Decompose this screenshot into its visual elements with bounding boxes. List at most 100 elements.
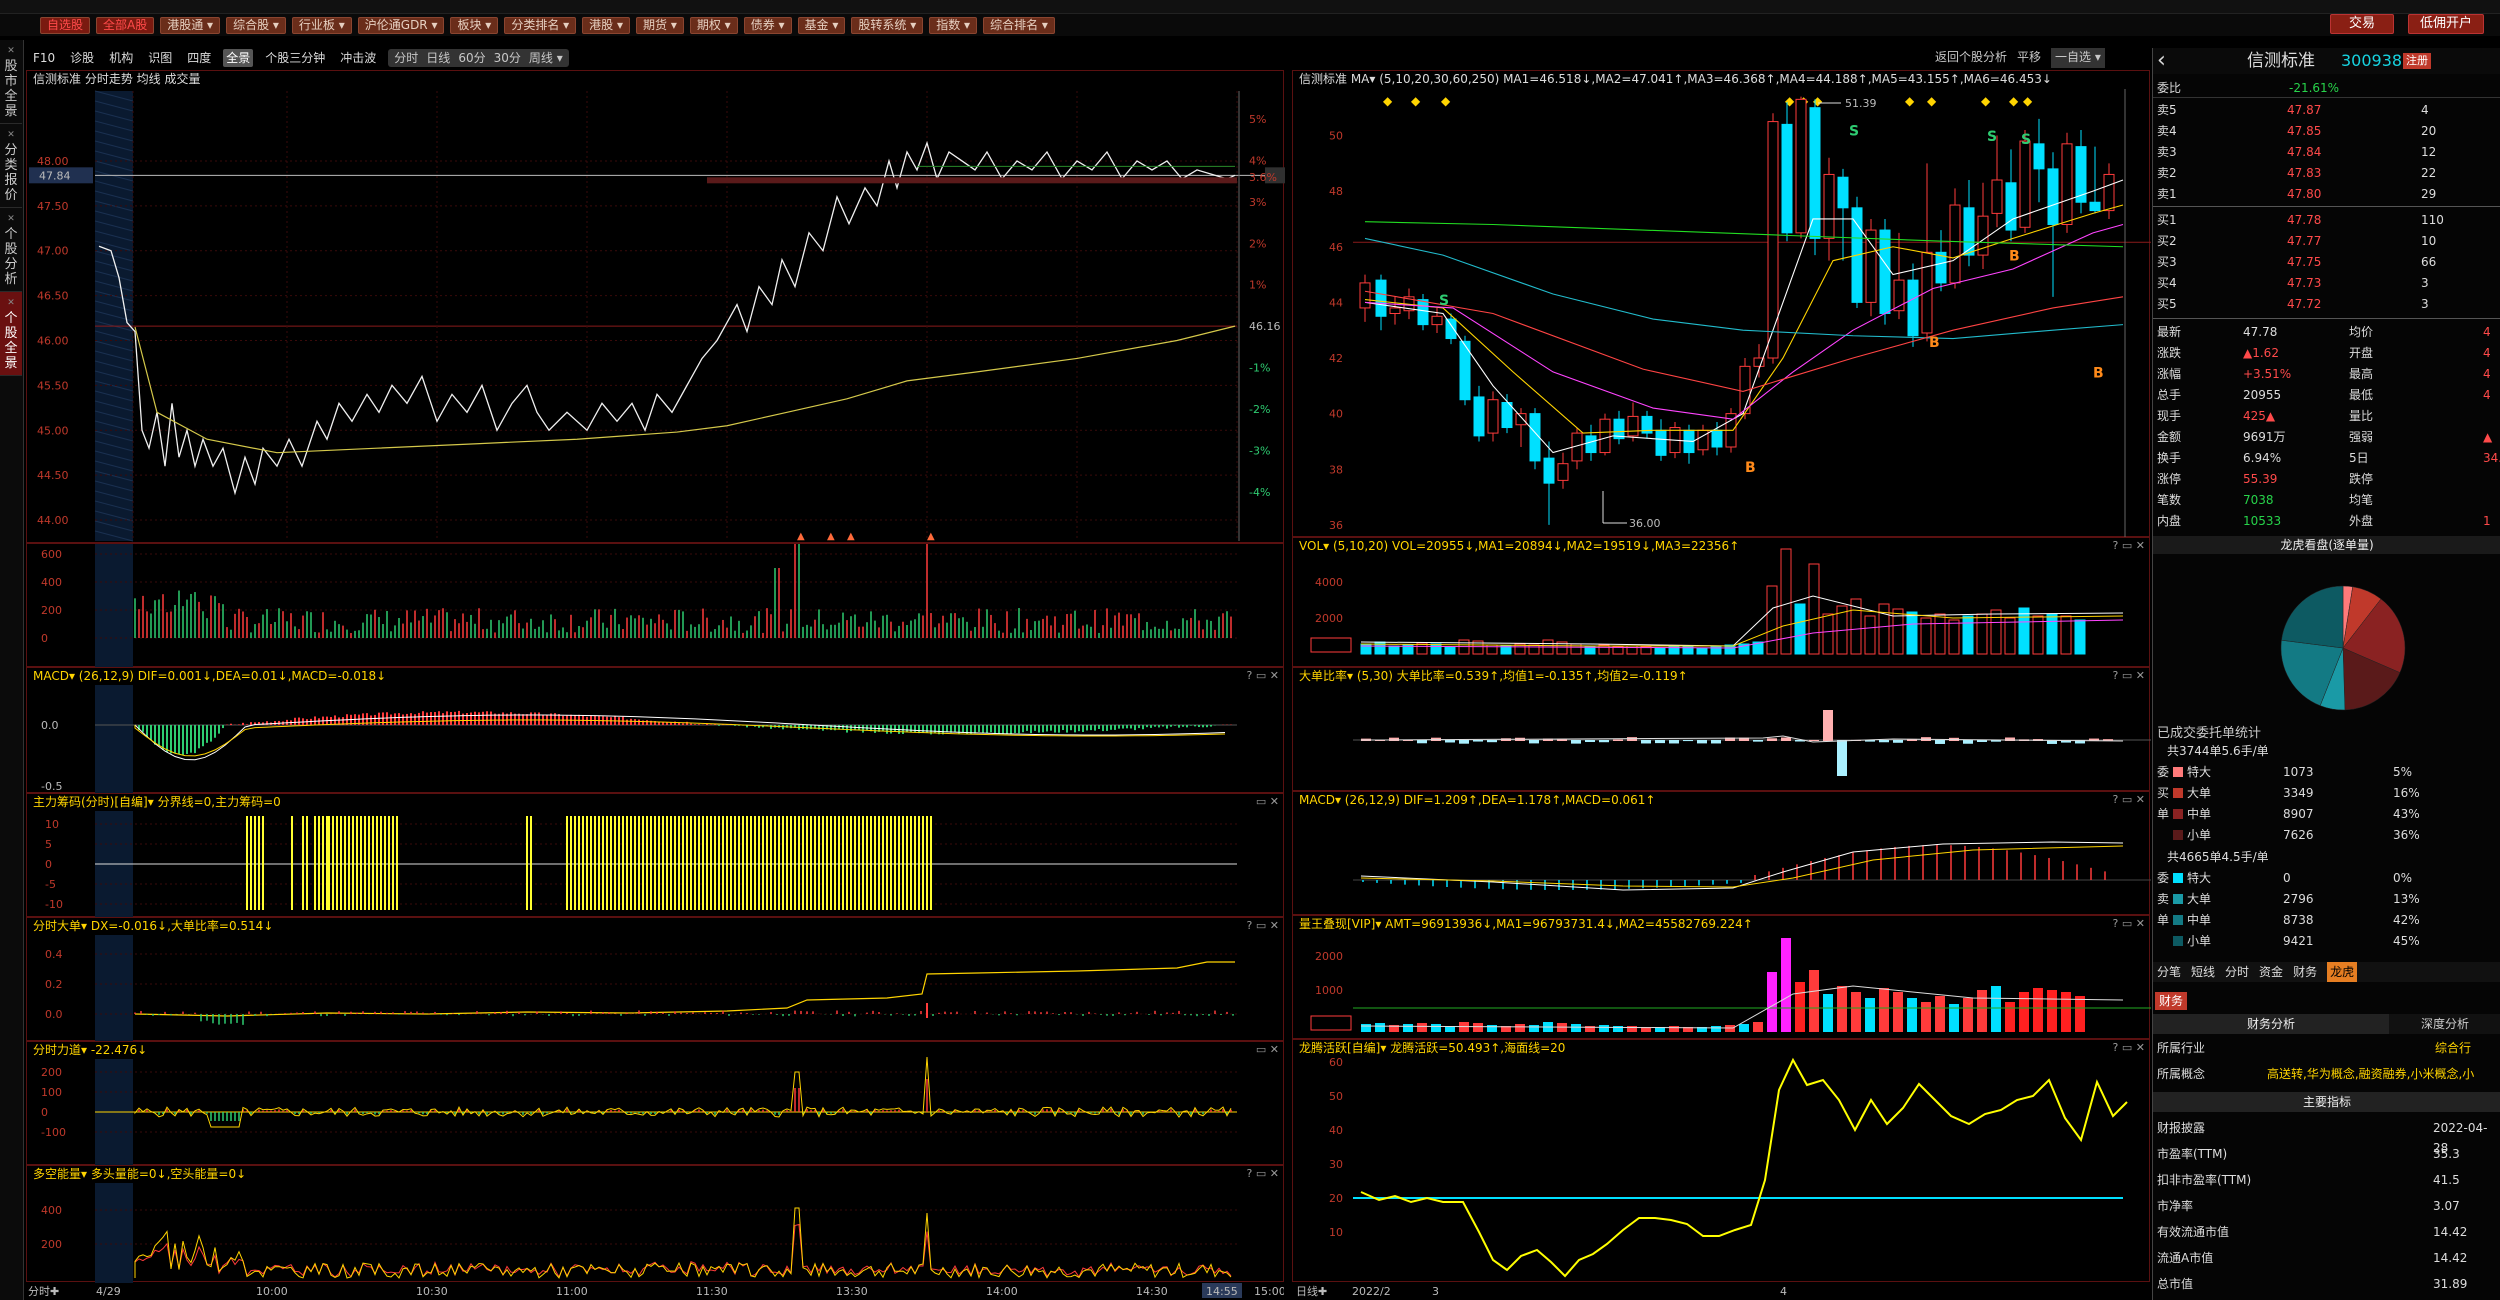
ask-row-cell: 20 [2421,124,2437,138]
webi-row: 委比 -21.61% [2153,78,2500,98]
left-tab[interactable]: ✕ 个股全景 [0,292,22,376]
candle-body [1865,229,1877,303]
fin-row-cell: 市净率 [2157,1199,2194,1213]
period-tab[interactable]: 30分 [494,49,521,67]
sell-stat-row: 小单 9421 45% [2153,931,2500,951]
trade-button[interactable]: 交易 [2330,14,2394,34]
quote-tab[interactable]: 分笔 [2157,962,2181,982]
left-tab-close[interactable]: ✕ [0,44,22,59]
quote-title: ‹ 信测标准 300938 注册 [2153,48,2500,74]
daily-control[interactable]: 平移 [2017,48,2041,68]
date-tick: 3 [1432,1285,1439,1298]
menu-item[interactable]: 期货 ▾ [636,16,684,34]
menu-item[interactable]: 综合排名 ▾ [983,16,1055,34]
stat-row: 总手 20955 最低 4 [2153,385,2500,405]
left-tab-close[interactable]: ✕ [0,296,22,311]
menu-item[interactable]: 分类排名 ▾ [504,16,577,34]
candle-body [1823,173,1835,239]
amt-bar [1627,1026,1637,1032]
menu-item[interactable]: 板块 ▾ [450,16,499,34]
quote-tab[interactable]: 龙虎 [2327,962,2358,982]
dbig-bar [1823,710,1833,741]
subtab[interactable]: 全景 [223,49,254,67]
menu-item[interactable]: 行业板 ▾ [291,16,352,34]
left-tab[interactable]: ✕ 分类报价 [0,124,22,208]
stat-row-cell: 9691万 [2243,430,2286,444]
sell-stat-value: 9421 [2283,934,2314,948]
energy-panel[interactable]: 多空能量▾ 多头量能=0↓,空头能量=0↓ ? ▭ ✕ 400 200 [26,1165,1284,1283]
main-chip-panel[interactable]: 主力筹码(分时)[自编]▾ 分界线=0,主力筹码=0 ▭ ✕ 10 5 0 -5 -10 [26,793,1284,918]
stat-row-cell: 最低 [2349,388,2374,402]
subtab[interactable]: 诊股 [67,49,97,67]
big-order-panel[interactable]: 分时大单▾ DX=-0.016↓,大单比率=0.514↓ ? ▭ ✕ 0.4 0.… [26,917,1284,1042]
menu-item[interactable]: 指数 ▾ [929,16,978,34]
daily-control[interactable]: 返回个股分析 [1935,48,2007,68]
force-tick: -100 [41,1126,66,1139]
subtab[interactable]: 冲击波 [337,49,379,67]
quote-tabs: 分笔 短线 分时 资金 财务 龙虎 [2153,962,2500,982]
daily-volume-panel[interactable]: VOL▾ (5,10,20) VOL=20955↓,MA1=20894↓,MA2… [1292,537,2150,667]
menu-item[interactable]: 股转系统 ▾ [851,16,924,34]
open-account-button[interactable]: 低佣开户 [2408,14,2484,34]
quote-tab[interactable]: 资金 [2259,962,2283,982]
subtab[interactable]: F10 [30,49,58,67]
signal-diamond: ◆ [1441,94,1451,108]
menu-item[interactable]: 综合股 ▾ [226,16,286,34]
sell-stat-label: 小单 [2187,934,2212,948]
intraday-macd-panel[interactable]: MACD▾ (26,12,9) DIF=0.001↓,DEA=0.01↓,MAC… [26,667,1284,794]
daily-amt-panel[interactable]: 量王叠现[VIP]▾ AMT=96913936↓,MA1=96793731.4↓… [1292,915,2151,1039]
menu-item[interactable]: 自选股 [40,16,91,34]
period-tab[interactable]: 60分 [458,49,485,67]
time-label: 分时✚ [28,1285,59,1298]
fin-row: 总市值 31.89 [2153,1274,2500,1294]
fin-tab[interactable]: 财务 [2155,992,2188,1010]
dbig-bar [1683,740,1693,742]
candle-body [1543,457,1555,484]
left-tab-close[interactable]: ✕ [0,128,22,143]
menu-item[interactable]: 港股 ▾ [582,16,631,34]
daily-dragon-panel[interactable]: 龙腾活跃[自编]▾ 龙腾活跃=50.493↑,海面线=20 ? ▭ ✕ 60 50… [1292,1039,2150,1282]
period-tab[interactable]: 日线 [426,49,450,67]
daily-kline-panel[interactable]: 信测标准 MA▾ (5,10,20,30,60,250) MA1=46.518↓… [1292,70,2151,538]
left-tab-close[interactable]: ✕ [0,212,22,227]
dbig-bar [1781,737,1791,741]
subtab[interactable]: 个股三分钟 [262,49,328,67]
menu-item[interactable]: 沪伦通GDR ▾ [357,16,445,34]
subtab[interactable]: 识图 [145,49,175,67]
sell-signal: S [1849,124,1859,140]
intraday-volume-panel[interactable]: 600 400 200 0 [26,543,1284,668]
left-tab[interactable]: ✕ 股市全景 [0,40,22,124]
period-tab[interactable]: 分时 [394,49,418,67]
bid-row-cell: 买3 [2157,255,2177,269]
deep-analysis-tab[interactable]: 深度分析 [2389,1014,2500,1034]
intraday-price-panel[interactable]: 信测标准 分时走势 均线 成交量 48.00 47.50 47.00 46.50 46.… [26,70,1285,543]
left-tab-char: 股 [4,326,18,341]
menu-item[interactable]: 港股通 ▾ [160,16,221,34]
signal-diamond: ◆ [2023,94,2033,108]
subtab[interactable]: 机构 [106,49,136,67]
menu-item[interactable]: 债券 ▾ [743,16,792,34]
left-tab-char: 市 [4,74,18,89]
daily-macd-panel[interactable]: MACD▾ (26,12,9) DIF=1.209↑,DEA=1.178↑,MA… [1292,791,2151,915]
candle-body [1935,251,1947,284]
daily-bigratio-panel[interactable]: 大单比率▾ (5,30) 大单比率=0.539↑,均值1=-0.135↑,均值2… [1292,667,2151,791]
fin-analysis-tab[interactable]: 财务分析 [2153,1014,2389,1034]
subtab[interactable]: 四度 [184,49,214,67]
ask-row-cell: 4 [2421,103,2429,117]
date-tick: 2022/2 [1352,1285,1391,1298]
amt-bar [1571,1024,1581,1032]
back-icon[interactable]: ‹ [2157,48,2166,74]
force-panel[interactable]: 分时力道▾ -22.476↓ ▭ ✕ 200 100 0 -100 [26,1041,1284,1166]
ask-row-cell: 47.87 [2287,103,2322,117]
menu-item[interactable]: 基金 ▾ [797,16,846,34]
industry-row-cell: 所属行业 [2157,1041,2206,1055]
quote-tab[interactable]: 财务 [2293,962,2317,982]
quote-tab[interactable]: 分时 [2225,962,2249,982]
daily-control[interactable]: 一自选 ▾ [2051,48,2105,68]
menu-item[interactable]: 全部A股 [96,16,155,34]
left-tab[interactable]: ✕ 个股分析 [0,208,22,292]
menu-item[interactable]: 期权 ▾ [689,16,738,34]
quote-tab[interactable]: 短线 [2191,962,2215,982]
period-tab[interactable]: 周线 ▾ [529,49,563,67]
dvol-bar [2018,607,2030,655]
